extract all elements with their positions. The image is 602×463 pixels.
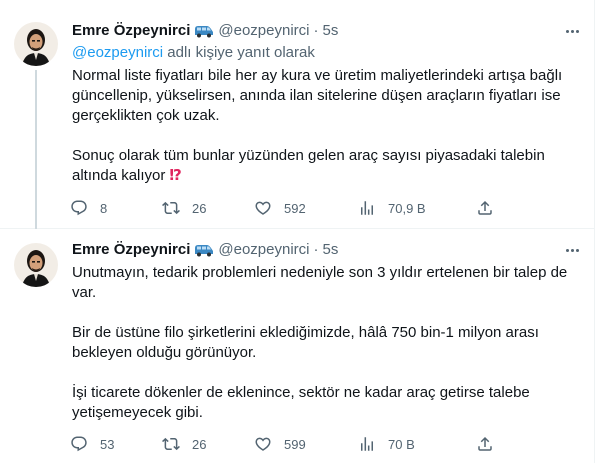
reply-button[interactable]: 8: [70, 198, 107, 218]
tweet-timestamp[interactable]: 5s: [323, 241, 339, 259]
views-button[interactable]: 70 B: [358, 434, 415, 454]
reply-icon: [71, 436, 87, 452]
reply-count: 53: [100, 436, 115, 452]
tweet-paragraph-text: Sonuç olarak tüm bunlar yüzünden gelen a…: [72, 147, 545, 184]
tweet[interactable]: Emre Özpeynirci @eozpeynirci · 5s Unutma…: [0, 229, 594, 463]
more-dot: [565, 29, 569, 33]
reply-icon: [71, 200, 87, 216]
column-border: [594, 0, 595, 463]
like-button[interactable]: 599: [254, 434, 306, 454]
interrobang-emoji-icon: ⁉: [169, 167, 182, 184]
author-name[interactable]: Emre Özpeynirci: [72, 22, 190, 40]
reply-context: @eozpeynirci adlı kişiye yanıt olarak: [72, 43, 315, 63]
avatar[interactable]: [14, 243, 58, 287]
more-dot: [575, 29, 579, 33]
heart-icon: [255, 201, 271, 215]
more-options-button[interactable]: [560, 22, 584, 40]
reply-mention-link[interactable]: @eozpeynirci: [72, 44, 163, 61]
separator-dot: ·: [313, 22, 319, 39]
tweet-actions: 8 26 592 70,9 B: [66, 198, 496, 218]
like-count: 599: [284, 436, 306, 452]
avatar-image: [14, 22, 58, 66]
heart-icon: [255, 437, 271, 451]
avatar-image: [14, 243, 58, 287]
more-dot: [570, 248, 574, 252]
like-button[interactable]: 592: [254, 198, 306, 218]
reply-count: 8: [100, 200, 108, 216]
tweet-header: Emre Özpeynirci @eozpeynirci · 5s: [72, 241, 338, 259]
tweet-text: Normal liste fiyatları bile her ay kura …: [72, 66, 572, 186]
tweet-timestamp[interactable]: 5s: [323, 22, 339, 40]
share-icon: [478, 436, 492, 451]
retweet-button[interactable]: 26: [162, 434, 206, 454]
tweet-paragraph: İşi ticarete dökenler de eklenince, sekt…: [72, 384, 530, 421]
tweet[interactable]: Emre Özpeynirci @eozpeynirci · 5s @eozpe…: [0, 0, 594, 229]
retweet-icon: [162, 201, 180, 215]
share-button[interactable]: [476, 434, 494, 454]
van-emoji-icon: [194, 24, 214, 38]
tweet-paragraph: Normal liste fiyatları bile her ay kura …: [72, 67, 563, 124]
retweet-count: 26: [192, 200, 207, 216]
separator-dot: ·: [313, 241, 319, 258]
thread-connector: [35, 70, 37, 229]
views-count: 70,9 B: [388, 200, 426, 216]
reply-button[interactable]: 53: [70, 434, 114, 454]
views-count: 70 B: [388, 436, 415, 452]
like-count: 592: [284, 200, 306, 216]
reply-context-label: adlı kişiye yanıt olarak: [167, 44, 315, 61]
views-icon: [361, 201, 373, 215]
retweet-count: 26: [192, 436, 207, 452]
van-emoji-icon: [194, 243, 214, 257]
author-handle[interactable]: @eozpeynirci: [218, 22, 309, 40]
tweet-header: Emre Özpeynirci @eozpeynirci · 5s: [72, 22, 338, 40]
avatar[interactable]: [14, 22, 58, 66]
tweet-paragraph: Bir de üstüne filo şirketlerini eklediği…: [72, 324, 539, 361]
retweet-button[interactable]: 26: [162, 198, 206, 218]
tweet-text: Unutmayın, tedarik problemleri nedeniyle…: [72, 263, 572, 423]
views-button[interactable]: 70,9 B: [358, 198, 426, 218]
more-dot: [570, 29, 574, 33]
share-button[interactable]: [476, 198, 494, 218]
retweet-icon: [162, 437, 180, 451]
more-dot: [565, 248, 569, 252]
author-handle[interactable]: @eozpeynirci: [218, 241, 309, 259]
share-icon: [478, 200, 492, 215]
tweet-paragraph: Unutmayın, tedarik problemleri nedeniyle…: [72, 264, 568, 301]
more-dot: [575, 248, 579, 252]
views-icon: [361, 437, 373, 451]
author-name[interactable]: Emre Özpeynirci: [72, 241, 190, 259]
tweet-paragraph: Sonuç olarak tüm bunlar yüzünden gelen a…: [72, 146, 572, 186]
tweet-actions: 53 26 599 70 B: [66, 434, 496, 454]
more-options-button[interactable]: [560, 241, 584, 259]
